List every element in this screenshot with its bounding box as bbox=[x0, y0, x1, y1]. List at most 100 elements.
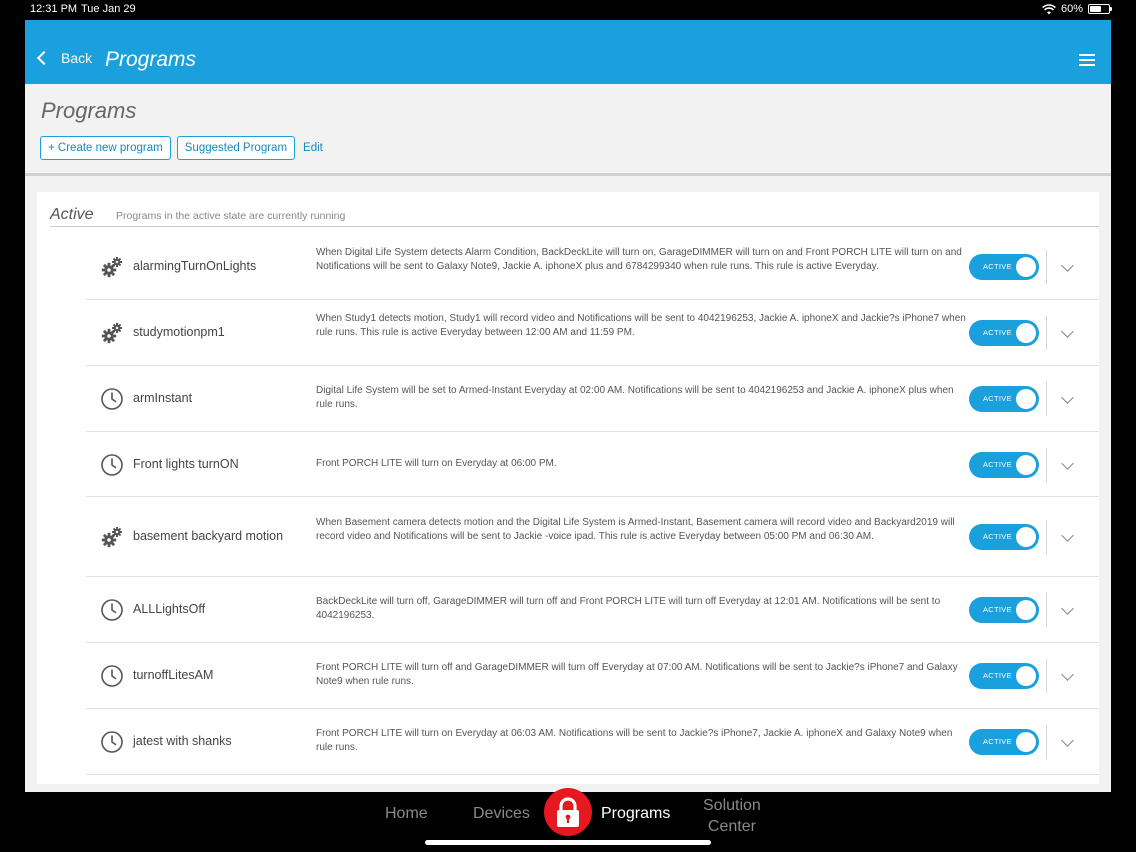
program-description: Digital Life System will be set to Armed… bbox=[316, 385, 954, 410]
tab-bar: Home Devices Programs Solution Center bbox=[0, 788, 1136, 852]
program-name[interactable]: turnoffLitesAM bbox=[133, 668, 213, 682]
row-divider bbox=[1046, 382, 1047, 416]
program-row[interactable]: turnoffLitesAM Front PORCH LITE will turn… bbox=[86, 643, 1099, 709]
tab-solution-center[interactable]: Solution Center bbox=[703, 795, 761, 837]
status-right: 60% bbox=[1042, 3, 1112, 15]
toggle-label: ACTIVE bbox=[983, 605, 1012, 614]
program-name[interactable]: studymotionpm1 bbox=[133, 325, 225, 339]
chevron-down-icon[interactable] bbox=[1061, 327, 1073, 339]
status-bar: 12:31 PM Tue Jan 29 60% bbox=[0, 0, 1136, 20]
app-header: Back Programs bbox=[25, 20, 1111, 84]
active-toggle[interactable]: ACTIVE bbox=[969, 729, 1039, 755]
row-divider bbox=[1046, 593, 1047, 627]
program-list: alarmingTurnOnLights When Digital Life Sy… bbox=[86, 234, 1099, 775]
tab-home[interactable]: Home bbox=[385, 805, 428, 823]
hamburger-icon[interactable] bbox=[1079, 54, 1095, 66]
toggle-knob bbox=[1016, 732, 1036, 752]
clock-icon bbox=[100, 664, 124, 688]
status-date: Tue Jan 29 bbox=[81, 3, 136, 15]
toggle-label: ACTIVE bbox=[983, 460, 1012, 469]
programs-panel: Active Programs in the active state are … bbox=[37, 192, 1099, 784]
section-description: Programs in the active state are current… bbox=[116, 210, 346, 222]
gears-icon bbox=[100, 255, 124, 279]
program-row[interactable]: basement backyard motion When Basement ca… bbox=[86, 497, 1099, 577]
gears-icon bbox=[100, 525, 124, 549]
program-name[interactable]: jatest with shanks bbox=[133, 734, 232, 748]
program-name[interactable]: Front lights turnON bbox=[133, 457, 239, 471]
chevron-down-icon[interactable] bbox=[1061, 531, 1073, 543]
program-description: Front PORCH LITE will turn on Everyday a… bbox=[316, 458, 557, 469]
toggle-knob bbox=[1016, 389, 1036, 409]
toggle-label: ACTIVE bbox=[983, 737, 1012, 746]
row-divider bbox=[1046, 316, 1047, 350]
active-toggle[interactable]: ACTIVE bbox=[969, 524, 1039, 550]
active-toggle[interactable]: ACTIVE bbox=[969, 597, 1039, 623]
chevron-down-icon[interactable] bbox=[1061, 736, 1073, 748]
section-title: Active bbox=[50, 206, 94, 223]
toggle-knob bbox=[1016, 600, 1036, 620]
program-description: BackDeckLite will turn off, GarageDIMMER… bbox=[316, 596, 941, 621]
battery-percent: 60% bbox=[1060, 3, 1083, 15]
program-description: Front PORCH LITE will turn off and Garag… bbox=[316, 662, 958, 687]
chevron-down-icon[interactable] bbox=[1061, 261, 1073, 273]
program-actions: + Create new program Suggested Program E… bbox=[40, 136, 323, 160]
program-name[interactable]: alarmingTurnOnLights bbox=[133, 259, 256, 273]
chevron-down-icon[interactable] bbox=[1061, 459, 1073, 471]
clock-icon bbox=[100, 598, 124, 622]
home-indicator bbox=[425, 840, 711, 845]
tab-devices[interactable]: Devices bbox=[473, 805, 530, 823]
clock-icon bbox=[100, 453, 124, 477]
status-time: 12:31 PM bbox=[30, 3, 78, 15]
back-label: Back bbox=[61, 50, 93, 66]
app-window: Back Programs Programs + Create new prog… bbox=[25, 20, 1111, 792]
tab-programs[interactable]: Programs bbox=[601, 805, 670, 823]
gears-icon bbox=[100, 321, 124, 345]
row-divider bbox=[1046, 725, 1047, 759]
battery-icon bbox=[1088, 4, 1112, 14]
program-row[interactable]: ALLLightsOff BackDeckLite will turn off, … bbox=[86, 577, 1099, 643]
program-description: When Basement camera detects motion and … bbox=[316, 517, 955, 542]
clock-icon bbox=[100, 730, 124, 754]
toggle-knob bbox=[1016, 257, 1036, 277]
active-toggle[interactable]: ACTIVE bbox=[969, 254, 1039, 280]
active-toggle[interactable]: ACTIVE bbox=[969, 452, 1039, 478]
toggle-knob bbox=[1016, 455, 1036, 475]
lock-icon bbox=[557, 797, 579, 827]
active-toggle[interactable]: ACTIVE bbox=[969, 386, 1039, 412]
row-divider bbox=[1046, 659, 1047, 693]
program-name[interactable]: armInstant bbox=[133, 391, 192, 405]
row-divider bbox=[1046, 250, 1047, 284]
chevron-down-icon[interactable] bbox=[1061, 670, 1073, 682]
toggle-knob bbox=[1016, 323, 1036, 343]
chevron-down-icon[interactable] bbox=[1061, 393, 1073, 405]
toggle-knob bbox=[1016, 666, 1036, 686]
program-name[interactable]: ALLLightsOff bbox=[133, 602, 205, 616]
edit-link[interactable]: Edit bbox=[303, 142, 323, 154]
chevron-down-icon[interactable] bbox=[1061, 604, 1073, 616]
toggle-knob bbox=[1016, 527, 1036, 547]
toggle-label: ACTIVE bbox=[983, 328, 1012, 337]
program-row[interactable]: studymotionpm1 When Study1 detects motion… bbox=[86, 300, 1099, 366]
row-divider bbox=[1046, 448, 1047, 482]
active-toggle[interactable]: ACTIVE bbox=[969, 663, 1039, 689]
create-program-button[interactable]: + Create new program bbox=[40, 136, 171, 160]
program-row[interactable]: alarmingTurnOnLights When Digital Life Sy… bbox=[86, 234, 1099, 300]
row-divider bbox=[1046, 520, 1047, 554]
chevron-left-icon bbox=[36, 50, 52, 66]
clock-icon bbox=[100, 387, 124, 411]
program-row[interactable]: armInstant Digital Life System will be se… bbox=[86, 366, 1099, 432]
back-button[interactable]: Back bbox=[36, 50, 93, 66]
suggested-program-button[interactable]: Suggested Program bbox=[176, 136, 296, 160]
active-toggle[interactable]: ACTIVE bbox=[969, 320, 1039, 346]
page-subheader: Programs + Create new program Suggested … bbox=[25, 84, 1111, 176]
program-description: When Digital Life System detects Alarm C… bbox=[316, 247, 962, 272]
program-description: When Study1 detects motion, Study1 will … bbox=[316, 313, 966, 338]
lock-button[interactable] bbox=[544, 788, 592, 836]
program-row[interactable]: jatest with shanks Front PORCH LITE will … bbox=[86, 709, 1099, 775]
page-title: Programs bbox=[41, 98, 137, 123]
tab-solution-line1: Solution bbox=[703, 797, 761, 814]
program-row[interactable]: Front lights turnON Front PORCH LITE will… bbox=[86, 432, 1099, 497]
tab-solution-line2: Center bbox=[707, 818, 756, 835]
program-description: Front PORCH LITE will turn on Everyday a… bbox=[316, 728, 953, 753]
program-name[interactable]: basement backyard motion bbox=[133, 529, 283, 543]
